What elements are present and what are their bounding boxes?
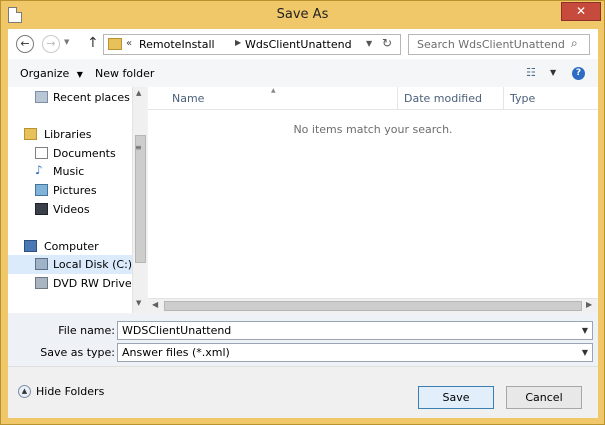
- breadcrumb-separator-icon[interactable]: ▶: [235, 38, 241, 47]
- save-as-dialog: Save As ✕ ← → ▼ ↑ « RemoteInstall ▶ WdsC…: [0, 0, 605, 425]
- nav-item-label: Videos: [53, 203, 90, 216]
- chevron-down-icon[interactable]: ▼: [582, 326, 588, 335]
- nav-item-recent-places[interactable]: Recent places: [8, 88, 134, 107]
- save-type-select[interactable]: Answer files (*.xml) ▼: [117, 343, 593, 362]
- view-options-icon[interactable]: ☷: [526, 66, 536, 79]
- nav-item-computer[interactable]: Computer: [8, 237, 134, 256]
- organize-button[interactable]: Organize ▼: [20, 67, 83, 80]
- music-icon: ♪: [35, 163, 43, 177]
- new-folder-button[interactable]: New folder: [95, 67, 154, 80]
- dvd-drive-icon: [35, 277, 48, 289]
- nav-item-documents[interactable]: Documents: [8, 144, 134, 163]
- nav-item-videos[interactable]: Videos: [8, 200, 134, 219]
- column-headers: ▲ Name Date modified Type: [148, 87, 598, 110]
- nav-item-libraries[interactable]: Libraries: [8, 125, 134, 144]
- refresh-icon[interactable]: ↻: [382, 36, 392, 50]
- search-box[interactable]: Search WdsClientUnattend ⌕: [408, 34, 590, 55]
- command-toolbar: Organize ▼ New folder ☷ ▼ ?: [8, 59, 598, 87]
- chevron-down-icon[interactable]: ▼: [582, 348, 588, 357]
- hide-folders-label: Hide Folders: [36, 385, 105, 398]
- nav-item-label: Documents: [53, 147, 116, 160]
- computer-icon: [24, 240, 37, 252]
- navigation-bar: ← → ▼ ↑ « RemoteInstall ▶ WdsClientUnatt…: [8, 29, 598, 59]
- organize-label: Organize: [20, 67, 70, 80]
- nav-item-music[interactable]: ♪ Music: [8, 162, 134, 181]
- videos-icon: [35, 203, 48, 215]
- forward-button[interactable]: →: [42, 35, 60, 53]
- file-name-label: File name:: [58, 324, 115, 337]
- file-name-field[interactable]: WDSClientUnattend ▼: [117, 321, 593, 340]
- empty-message: No items match your search.: [293, 123, 453, 136]
- nav-item-pictures[interactable]: Pictures: [8, 181, 134, 200]
- nav-item-label: Pictures: [53, 184, 97, 197]
- column-header-name[interactable]: Name: [172, 92, 204, 105]
- horizontal-scrollbar[interactable]: ◀ ▶: [148, 298, 598, 313]
- back-button[interactable]: ←: [16, 35, 34, 53]
- nav-pane-scrollbar[interactable]: ▲ ≡ ▼: [132, 87, 147, 313]
- scroll-thumb[interactable]: [135, 135, 146, 263]
- scroll-right-icon[interactable]: ▶: [586, 300, 592, 309]
- save-type-value: Answer files (*.xml): [122, 346, 230, 359]
- column-divider[interactable]: [397, 87, 398, 109]
- folder-icon: [108, 38, 122, 50]
- chevron-up-icon: ▲: [18, 385, 31, 398]
- up-button[interactable]: ↑: [87, 35, 99, 51]
- cancel-button[interactable]: Cancel: [506, 386, 582, 409]
- dialog-body: ← → ▼ ↑ « RemoteInstall ▶ WdsClientUnatt…: [8, 29, 598, 418]
- scroll-up-icon[interactable]: ▲: [136, 89, 141, 97]
- documents-icon: [35, 147, 48, 159]
- grip-icon: ≡: [135, 143, 142, 152]
- sort-ascending-icon: ▲: [271, 87, 276, 94]
- address-history-chevron-down-icon[interactable]: ▼: [366, 39, 372, 48]
- save-fields: File name: WDSClientUnattend ▼ Save as t…: [8, 314, 598, 366]
- save-button[interactable]: Save: [418, 386, 494, 409]
- nav-item-label: Libraries: [44, 128, 92, 141]
- column-header-date-modified[interactable]: Date modified: [404, 92, 482, 105]
- nav-item-label: DVD RW Drive (D: [53, 277, 134, 290]
- dialog-footer: ▲ Hide Folders Save Cancel: [8, 366, 598, 418]
- nav-item-label: Recent places: [53, 91, 130, 104]
- file-list[interactable]: ▲ Name Date modified Type No items match…: [148, 87, 598, 313]
- breadcrumb-remoteinstall[interactable]: RemoteInstall: [139, 38, 215, 51]
- nav-item-label: Local Disk (C:): [53, 258, 133, 271]
- search-icon[interactable]: ⌕: [571, 36, 578, 51]
- breadcrumb-wdsclientunattend[interactable]: WdsClientUnattend: [245, 38, 352, 51]
- scroll-down-icon[interactable]: ▼: [136, 299, 141, 307]
- pictures-icon: [35, 184, 48, 196]
- navigation-pane: Recent places Libraries Documents ♪ Musi…: [8, 87, 147, 313]
- title-bar[interactable]: Save As ✕: [1, 1, 604, 29]
- local-disk-icon: [35, 258, 48, 270]
- search-input[interactable]: Search WdsClientUnattend: [417, 38, 565, 51]
- scroll-left-icon[interactable]: ◀: [152, 300, 158, 309]
- column-header-type[interactable]: Type: [510, 92, 535, 105]
- chevron-down-icon: ▼: [76, 70, 83, 79]
- address-overflow-icon[interactable]: «: [126, 38, 132, 49]
- nav-item-label: Music: [53, 165, 85, 178]
- nav-item-local-disk[interactable]: Local Disk (C:): [8, 255, 134, 274]
- recent-locations-chevron-down-icon[interactable]: ▼: [64, 38, 69, 46]
- save-type-label: Save as type:: [40, 346, 115, 359]
- view-options-chevron-down-icon[interactable]: ▼: [550, 68, 556, 77]
- nav-item-dvd-drive[interactable]: DVD RW Drive (D: [8, 274, 134, 293]
- window-title: Save As: [276, 7, 329, 22]
- address-bar[interactable]: « RemoteInstall ▶ WdsClientUnattend ▼ ↻: [103, 34, 401, 55]
- libraries-icon: [24, 128, 37, 140]
- close-button[interactable]: ✕: [561, 2, 601, 21]
- nav-item-label: Computer: [44, 240, 99, 253]
- scroll-thumb[interactable]: [164, 301, 582, 311]
- file-name-value[interactable]: WDSClientUnattend: [122, 324, 231, 337]
- recent-places-icon: [35, 91, 48, 103]
- help-icon[interactable]: ?: [572, 67, 585, 80]
- column-divider[interactable]: [503, 87, 504, 109]
